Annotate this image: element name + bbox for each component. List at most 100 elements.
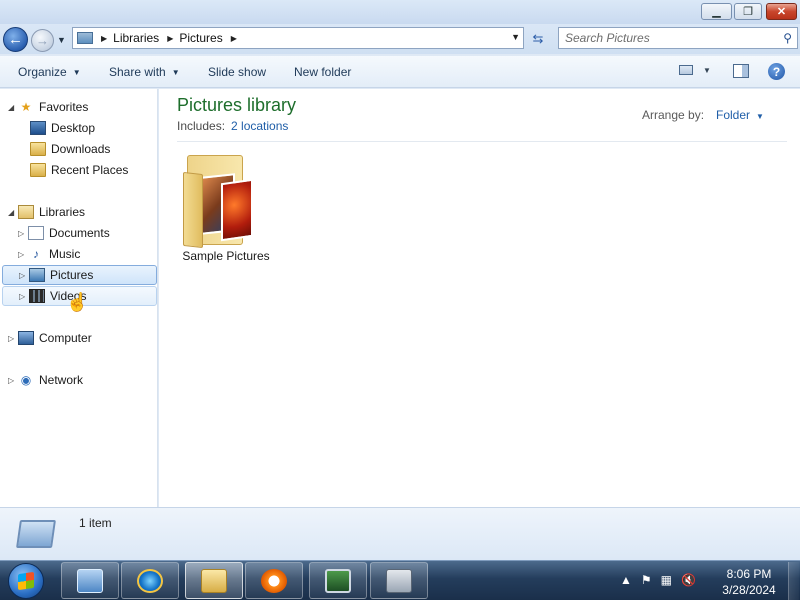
address-dropdown-icon[interactable]: ▼ [511, 32, 520, 42]
sidebar-item-recent-places[interactable]: Recent Places [30, 160, 128, 180]
new-folder-label: New folder [294, 65, 352, 79]
expand-arrow-icon[interactable]: ▷ [19, 271, 29, 280]
breadcrumb-arrow-icon[interactable]: ▶ [101, 34, 107, 43]
sidebar-item-libraries[interactable]: ◢ Libraries [8, 202, 85, 222]
minimize-icon: ▁ [712, 6, 721, 18]
archive-icon [386, 568, 412, 593]
control-panel-icon [77, 568, 103, 593]
organize-label: Organize [18, 65, 67, 79]
content-pane: Pictures library Includes: 2 locations Ar… [159, 89, 800, 507]
network-icon: ◉ [20, 373, 32, 387]
collapse-arrow-icon[interactable]: ◢ [8, 208, 18, 217]
chevron-down-icon: ▼ [171, 67, 180, 77]
back-button[interactable]: ← [3, 27, 28, 52]
folder-front-icon [183, 171, 203, 249]
restore-icon: ❐ [743, 6, 753, 18]
minimize-button[interactable]: ▁ [701, 3, 732, 20]
sidebar-item-music[interactable]: ▷ ♪ Music [18, 244, 80, 264]
expand-arrow-icon[interactable]: ▷ [19, 292, 29, 301]
sidebar-item-network[interactable]: ▷ ◉ Network [8, 370, 83, 390]
sidebar-item-computer[interactable]: ▷ Computer [8, 328, 92, 348]
taskbar-media-player[interactable] [245, 562, 303, 599]
collapse-arrow-icon[interactable]: ◢ [8, 103, 18, 112]
address-row: ← → ▼ ▶ Libraries ▶ Pictures ▶ ▼ ⇆ Searc… [0, 24, 800, 54]
search-icon[interactable]: ⚲ [783, 31, 792, 45]
taskbar-internet-explorer[interactable] [121, 562, 179, 599]
expand-arrow-icon[interactable]: ▷ [18, 229, 28, 238]
sidebar-label: Documents [49, 226, 110, 240]
arrange-by-dropdown[interactable]: Folder ▼ [716, 108, 764, 122]
show-desktop-button[interactable] [788, 562, 799, 600]
network-status-icon[interactable]: ▦ [661, 573, 672, 587]
chevron-down-icon: ▼ [57, 35, 66, 45]
close-button[interactable]: ✕ [766, 3, 797, 20]
taskbar-archive-manager[interactable] [370, 562, 428, 599]
system-tray: ▲ ⚑ ▦ 🔇 [620, 573, 696, 587]
slide-show-button[interactable]: Slide show [208, 65, 266, 79]
change-view-button[interactable]: ▼ [679, 65, 711, 75]
system-clock[interactable]: 8:06 PM 3/28/2024 [716, 566, 782, 598]
expand-arrow-icon[interactable]: ▷ [18, 250, 28, 259]
library-icon [18, 205, 34, 219]
chevron-down-icon: ▼ [703, 65, 711, 75]
show-hidden-icons-button[interactable]: ▲ [620, 573, 632, 587]
sidebar-label: Recent Places [51, 163, 129, 177]
slide-show-label: Slide show [208, 65, 267, 79]
address-bar[interactable]: ▶ Libraries ▶ Pictures ▶ ▼ [72, 27, 524, 49]
share-with-button[interactable]: Share with ▼ [109, 65, 180, 79]
sidebar-item-downloads[interactable]: Downloads [30, 139, 110, 159]
window-titlebar: ▁ ❐ ✕ [0, 0, 800, 24]
expand-arrow-icon[interactable]: ▷ [8, 334, 18, 343]
recent-places-icon [30, 163, 46, 177]
divider [177, 141, 787, 142]
forward-button[interactable]: → [31, 29, 54, 52]
refresh-button[interactable]: ⇆ [527, 28, 549, 50]
start-button[interactable] [8, 563, 44, 599]
recent-pages-button[interactable]: ▼ [57, 35, 66, 45]
media-player-icon [261, 568, 287, 593]
sidebar-item-pictures[interactable]: ▷ Pictures [2, 265, 157, 285]
sidebar-item-desktop[interactable]: Desktop [30, 118, 95, 138]
breadcrumb-libraries[interactable]: Libraries [113, 31, 159, 45]
sidebar-label: Desktop [51, 121, 96, 135]
details-pane: 1 item [0, 507, 800, 560]
sidebar-label: Favorites [39, 100, 89, 114]
preview-pane-button[interactable] [733, 64, 749, 78]
taskbar: ▲ ⚑ ▦ 🔇 8:06 PM 3/28/2024 [0, 560, 800, 600]
search-input[interactable]: Search Pictures ⚲ [558, 27, 798, 49]
folder-item-sample-pictures[interactable]: Sample Pictures [179, 149, 273, 269]
chevron-down-icon: ▼ [72, 67, 81, 77]
command-bar: Organize ▼ Share with ▼ Slide show New fol… [0, 56, 800, 88]
close-icon: ✕ [776, 6, 787, 18]
new-folder-button[interactable]: New folder [294, 65, 351, 79]
downloads-folder-icon [30, 142, 46, 156]
taskbar-windows-explorer[interactable] [185, 562, 243, 599]
windows-logo-icon [18, 571, 34, 591]
computer-icon [18, 331, 34, 345]
sidebar-item-favorites[interactable]: ◢ ★ Favorites [8, 97, 88, 117]
internet-explorer-icon [137, 568, 163, 593]
monitor-icon [325, 568, 351, 593]
sidebar-label: Libraries [39, 205, 86, 219]
view-icon [679, 65, 693, 75]
locations-link[interactable]: 2 locations [231, 119, 288, 133]
breadcrumb-arrow-icon[interactable]: ▶ [231, 34, 237, 43]
help-button[interactable]: ? [768, 63, 785, 80]
includes-label: Includes: [177, 119, 226, 133]
action-center-flag-icon[interactable]: ⚑ [641, 573, 652, 587]
film-strip-icon [29, 289, 45, 303]
breadcrumb-pictures[interactable]: Pictures [179, 31, 222, 45]
breadcrumb-arrow-icon[interactable]: ▶ [167, 34, 173, 43]
arrange-by-label: Arrange by: [642, 108, 705, 122]
taskbar-control-panel[interactable] [61, 562, 119, 599]
expand-arrow-icon[interactable]: ▷ [8, 376, 18, 385]
page-title: Pictures library [177, 95, 297, 115]
folder-label: Sample Pictures [182, 249, 270, 263]
volume-muted-icon[interactable]: 🔇 [681, 573, 696, 587]
maximize-button[interactable]: ❐ [734, 3, 762, 20]
organize-button[interactable]: Organize ▼ [18, 65, 81, 79]
taskbar-task-manager[interactable] [309, 562, 367, 599]
clock-date: 3/28/2024 [722, 583, 776, 597]
sidebar-item-documents[interactable]: ▷ Documents [18, 223, 110, 243]
sidebar-label: Computer [39, 331, 92, 345]
